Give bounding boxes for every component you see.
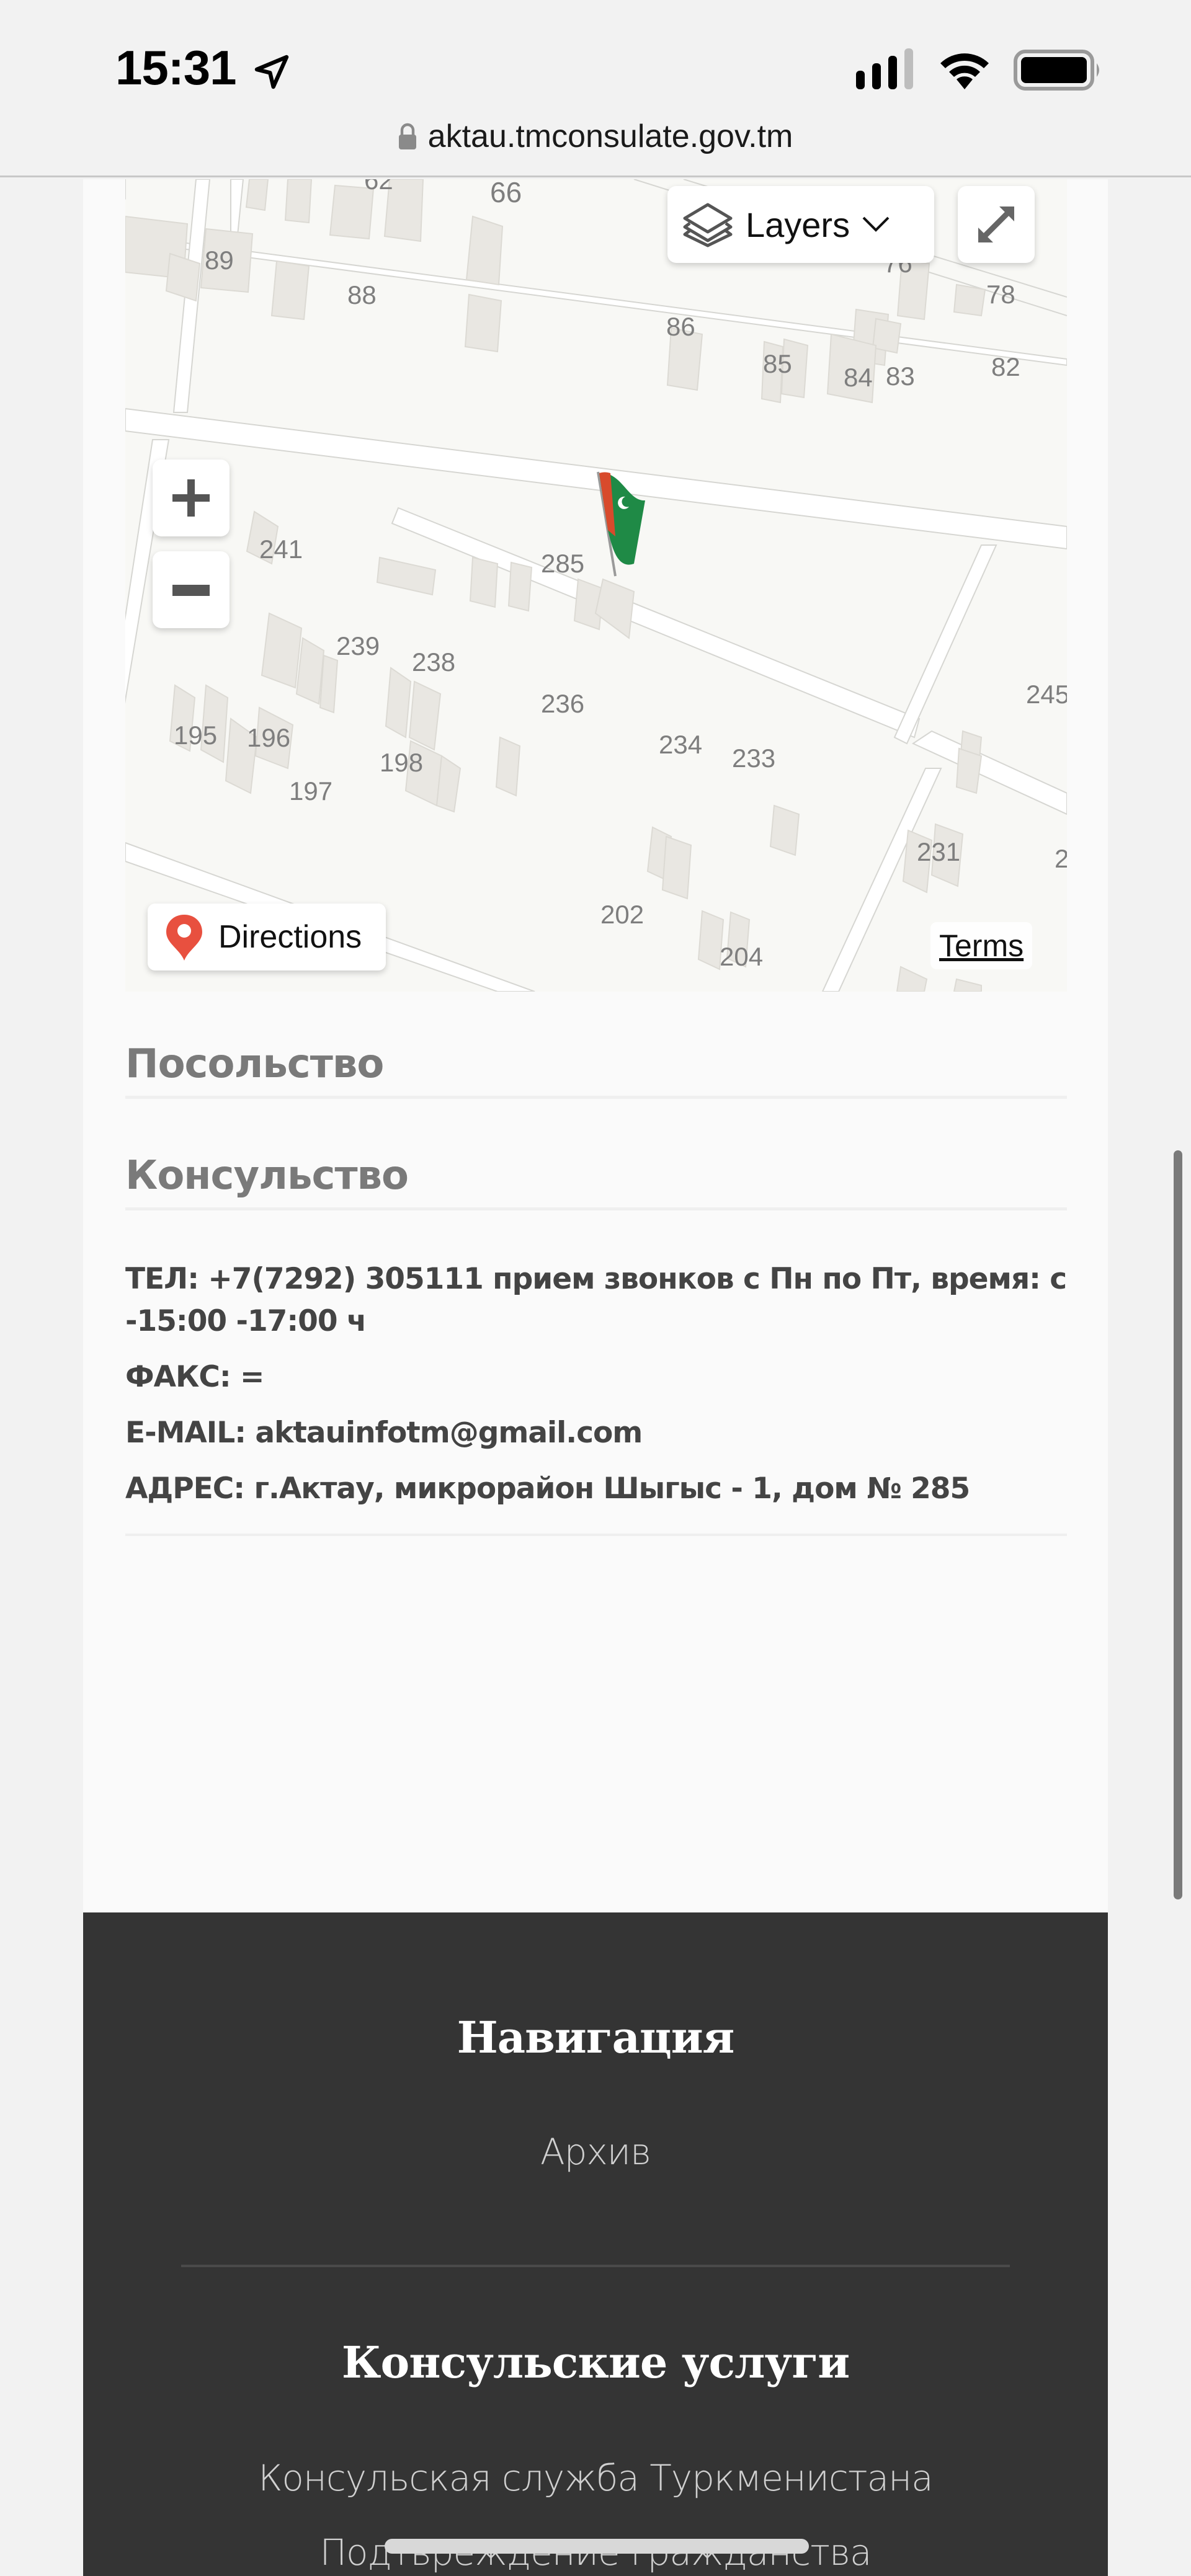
map-tiles[interactable]: 62 66 68 76 78 82 83 84 85 86 88 89 241 … — [125, 179, 1067, 992]
house-number: 84 — [844, 363, 873, 392]
expand-icon — [978, 207, 1014, 242]
house-number: 241 — [259, 535, 303, 564]
address-bar[interactable]: aktau.tmconsulate.gov.tm — [0, 112, 1191, 177]
house-number: 236 — [541, 689, 584, 718]
house-number: 197 — [289, 776, 332, 806]
status-time: 15:31 — [115, 40, 236, 95]
plus-icon — [172, 479, 210, 517]
minus-icon — [172, 585, 210, 596]
house-number: 195 — [174, 721, 217, 750]
home-indicator[interactable] — [385, 2539, 809, 2554]
zoom-out-button[interactable] — [153, 551, 230, 628]
footer-link-consular-service[interactable]: Консульская служба Туркменистана — [83, 2457, 1108, 2499]
terms-link[interactable]: Terms — [930, 922, 1033, 969]
footer-services-title: Консульские услуги — [341, 2337, 850, 2388]
house-number: 2 — [1055, 844, 1067, 873]
house-number: 204 — [720, 942, 763, 971]
embassy-heading[interactable]: Посольство — [125, 1041, 1067, 1099]
footer-link-archive[interactable]: Архив — [83, 2131, 1108, 2173]
house-number: 86 — [666, 312, 695, 341]
house-number: 88 — [347, 280, 377, 309]
directions-button[interactable]: Directions — [148, 904, 386, 970]
divider — [125, 1534, 1067, 1536]
footer-navigation-title: Навигация — [457, 2012, 735, 2063]
battery-icon — [1014, 50, 1099, 91]
house-number: 233 — [732, 744, 775, 773]
page-content: 62 66 68 76 78 82 83 84 85 86 88 89 241 … — [83, 179, 1108, 1912]
contact-phone: ТЕЛ: +7(7292) 305111 прием звонков с Пн … — [125, 1262, 1067, 1338]
house-number: 66 — [490, 179, 522, 208]
map-pin-icon — [166, 915, 202, 961]
directions-label: Directions — [218, 919, 362, 955]
cellular-signal-icon — [856, 48, 913, 89]
fullscreen-button[interactable] — [958, 186, 1035, 263]
contact-address: АДРЕС: г.Актау, микрорайон Шыгыс - 1, до… — [125, 1472, 970, 1506]
house-number: 202 — [600, 900, 644, 929]
contact-info: ТЕЛ: +7(7292) 305111 прием звонков с Пн … — [125, 1258, 1067, 1524]
house-number: 62 — [364, 179, 393, 195]
layers-button[interactable]: Layers — [667, 186, 934, 263]
contact-fax: ФАКС: = — [125, 1360, 264, 1394]
house-number: 78 — [986, 280, 1015, 309]
house-number: 245 — [1026, 680, 1067, 709]
contact-email[interactable]: E-MAIL: aktauinfotm@gmail.com — [125, 1412, 1067, 1454]
url-text[interactable]: aktau.tmconsulate.gov.tm — [428, 118, 793, 155]
house-number: 238 — [412, 647, 455, 677]
wifi-icon — [940, 53, 989, 89]
house-number: 239 — [336, 631, 380, 660]
house-number: 231 — [917, 837, 960, 866]
footer-divider — [181, 2265, 1010, 2267]
house-number: 83 — [886, 362, 915, 391]
layers-label: Layers — [746, 205, 850, 244]
house-number: 234 — [659, 730, 702, 759]
map[interactable]: 62 66 68 76 78 82 83 84 85 86 88 89 241 … — [125, 179, 1067, 992]
page-scrollbar[interactable] — [1174, 1150, 1182, 1899]
zoom-in-button[interactable] — [153, 460, 230, 536]
lock-icon — [398, 123, 416, 149]
house-number: 82 — [991, 352, 1020, 381]
footer: Навигация Архив Консульские услуги Консу… — [83, 1912, 1108, 2576]
status-bar: 15:31 — [0, 0, 1191, 124]
house-number: 198 — [380, 748, 423, 777]
location-arrow-icon — [254, 55, 289, 89]
house-number: 285 — [541, 549, 584, 578]
chevron-down-icon — [862, 216, 890, 232]
house-number: 85 — [763, 349, 792, 378]
layers-icon — [683, 203, 733, 247]
house-number: 89 — [205, 246, 234, 275]
consulate-heading[interactable]: Консульство — [125, 1153, 1067, 1210]
house-number: 196 — [247, 723, 290, 752]
